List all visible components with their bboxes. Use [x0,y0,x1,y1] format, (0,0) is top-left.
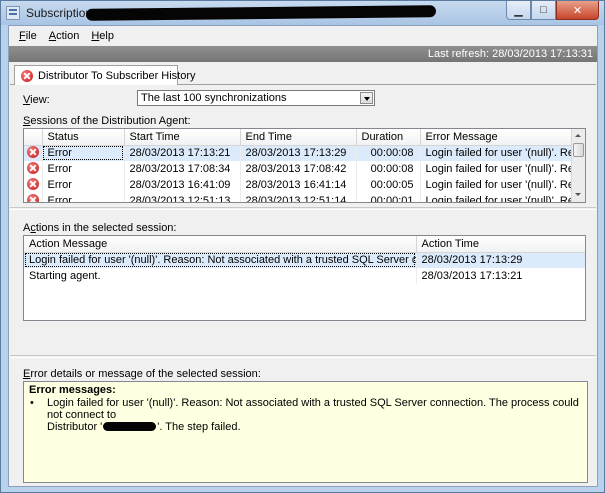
actions-header-message[interactable]: Action Message [24,236,417,253]
title-redaction [85,5,437,21]
maximize-icon: □ [540,4,547,16]
menu-bar: File Action Help [9,26,597,45]
menu-file[interactable]: File [13,28,43,44]
session-start-time: 28/03/2013 17:13:21 [124,145,241,161]
session-row[interactable]: Error 28/03/2013 17:13:21 28/03/2013 17:… [24,145,574,161]
splitter-bottom[interactable] [10,355,596,358]
scroll-thumb[interactable] [573,143,584,157]
action-message: Login failed for user '(null)'. Reason: … [24,252,417,268]
scroll-down-icon[interactable] [572,189,585,202]
chevron-down-icon[interactable] [360,92,373,104]
session-start-time: 28/03/2013 12:51:13 [124,193,241,202]
error-details-heading: Error messages: [29,384,116,396]
maximize-button[interactable]: □ [531,1,556,20]
title-bar[interactable]: Subscription ▁ □ ✕ [1,1,604,25]
minimize-icon: ▁ [514,4,523,17]
view-label: View: [23,94,50,106]
session-duration: 00:00:01 [356,193,421,202]
menu-action-label: ction [56,29,80,42]
session-error-message: Login failed for user '(null)'. Reason: … [420,177,574,193]
actions-header-time[interactable]: Action Time [416,236,585,253]
session-end-time: 28/03/2013 17:13:29 [240,145,357,161]
error-icon [27,161,39,174]
session-row[interactable]: Error 28/03/2013 17:08:34 28/03/2013 17:… [24,161,574,177]
sessions-header-icon[interactable] [24,129,43,146]
sessions-header-status[interactable]: Status [42,129,125,146]
sessions-header-start-time[interactable]: Start Time [124,129,241,146]
session-error-message: Login failed for user '(null)'. Reason: … [420,193,574,202]
error-details-panel[interactable]: Error messages: • Login failed for user … [23,381,588,483]
last-refresh-status: Last refresh: 28/03/2013 17:13:31 [9,46,597,62]
session-error-message: Login failed for user '(null)'. Reason: … [420,145,574,161]
session-end-time: 28/03/2013 12:51:14 [240,193,357,202]
menu-help-label: elp [99,29,114,42]
menu-help[interactable]: Help [85,28,120,44]
session-duration: 00:00:08 [356,145,421,161]
actions-label-text: tions in the selected session: [35,222,177,234]
action-time: 28/03/2013 17:13:21 [416,268,585,284]
action-time: 28/03/2013 17:13:29 [416,252,585,268]
close-icon: ✕ [572,4,583,17]
tab-distributor-to-subscriber-history[interactable]: Distributor To Subscriber History [14,65,196,85]
view-dropdown[interactable]: The last 100 synchronizations [137,90,375,106]
window-title: Subscription [26,6,93,20]
scroll-up-icon[interactable] [572,129,585,142]
sessions-grid[interactable]: Status Start Time End Time Duration Erro… [23,128,586,203]
action-message: Starting agent. [24,268,417,284]
error-details-item: • Login failed for user '(null)'. Reason… [29,397,582,433]
sessions-header-error-message[interactable]: Error Message [420,129,574,146]
action-row[interactable]: Login failed for user '(null)'. Reason: … [24,252,585,268]
session-start-time: 28/03/2013 17:08:34 [124,161,241,177]
actions-label: Actions in the selected session: [23,222,176,234]
session-status: Error [42,193,125,202]
session-row[interactable]: Error 28/03/2013 16:41:09 28/03/2013 16:… [24,177,574,193]
sessions-label: Sessions of the Distribution Agent: [23,115,191,127]
session-row[interactable]: Error 28/03/2013 12:51:13 28/03/2013 12:… [24,193,574,202]
session-status: Error [42,161,125,177]
splitter-top[interactable] [10,207,596,210]
session-status: Error [42,145,125,161]
app-icon [6,6,20,20]
close-button[interactable]: ✕ [556,1,599,20]
session-duration: 00:00:08 [356,161,421,177]
tab-label: Distributor To Subscriber History [38,69,196,82]
session-error-message: Login failed for user '(null)'. Reason: … [420,161,574,177]
error-icon [21,69,33,82]
error-details-line1: Login failed for user '(null)'. Reason: … [47,397,579,421]
session-duration: 00:00:05 [356,177,421,193]
distributor-name-redaction [103,422,157,431]
session-end-time: 28/03/2013 17:08:42 [240,161,357,177]
view-dropdown-value: The last 100 synchronizations [141,92,287,104]
error-icon [27,145,39,158]
error-details-prefix: Distributor ' [47,421,103,433]
error-icon [27,193,39,202]
error-details-suffix: '. The step failed. [157,421,241,433]
window-controls: ▁ □ ✕ [506,1,599,20]
menu-file-accel: F [19,29,26,42]
details-label: Error details or message of the selected… [23,368,261,380]
view-label-text: iew: [30,94,50,106]
menu-file-label: ile [25,29,37,42]
subscription-window: Subscription ▁ □ ✕ File Action Help Last… [0,0,605,493]
error-icon [27,177,39,190]
client-area: File Action Help Last refresh: 28/03/201… [8,25,598,487]
history-tab-panel: View: The last 100 synchronizations Sess… [10,84,596,486]
session-status: Error [42,177,125,193]
menu-action[interactable]: Action [43,28,86,44]
error-details-message: Login failed for user '(null)'. Reason: … [47,397,582,433]
menu-action-accel: A [48,29,57,42]
actions-grid[interactable]: Action Message Action Time Login failed … [23,235,586,321]
sessions-header-duration[interactable]: Duration [356,129,421,146]
sessions-header-end-time[interactable]: End Time [240,129,357,146]
details-label-text: rror details or message of the selected … [30,368,261,380]
session-end-time: 28/03/2013 16:41:14 [240,177,357,193]
bullet-icon: • [30,397,34,409]
sessions-label-text: essions of the Distribution Agent: [30,115,191,127]
session-start-time: 28/03/2013 16:41:09 [124,177,241,193]
minimize-button[interactable]: ▁ [506,1,531,20]
action-row[interactable]: Starting agent. 28/03/2013 17:13:21 [24,268,585,284]
sessions-scrollbar[interactable] [571,129,585,202]
